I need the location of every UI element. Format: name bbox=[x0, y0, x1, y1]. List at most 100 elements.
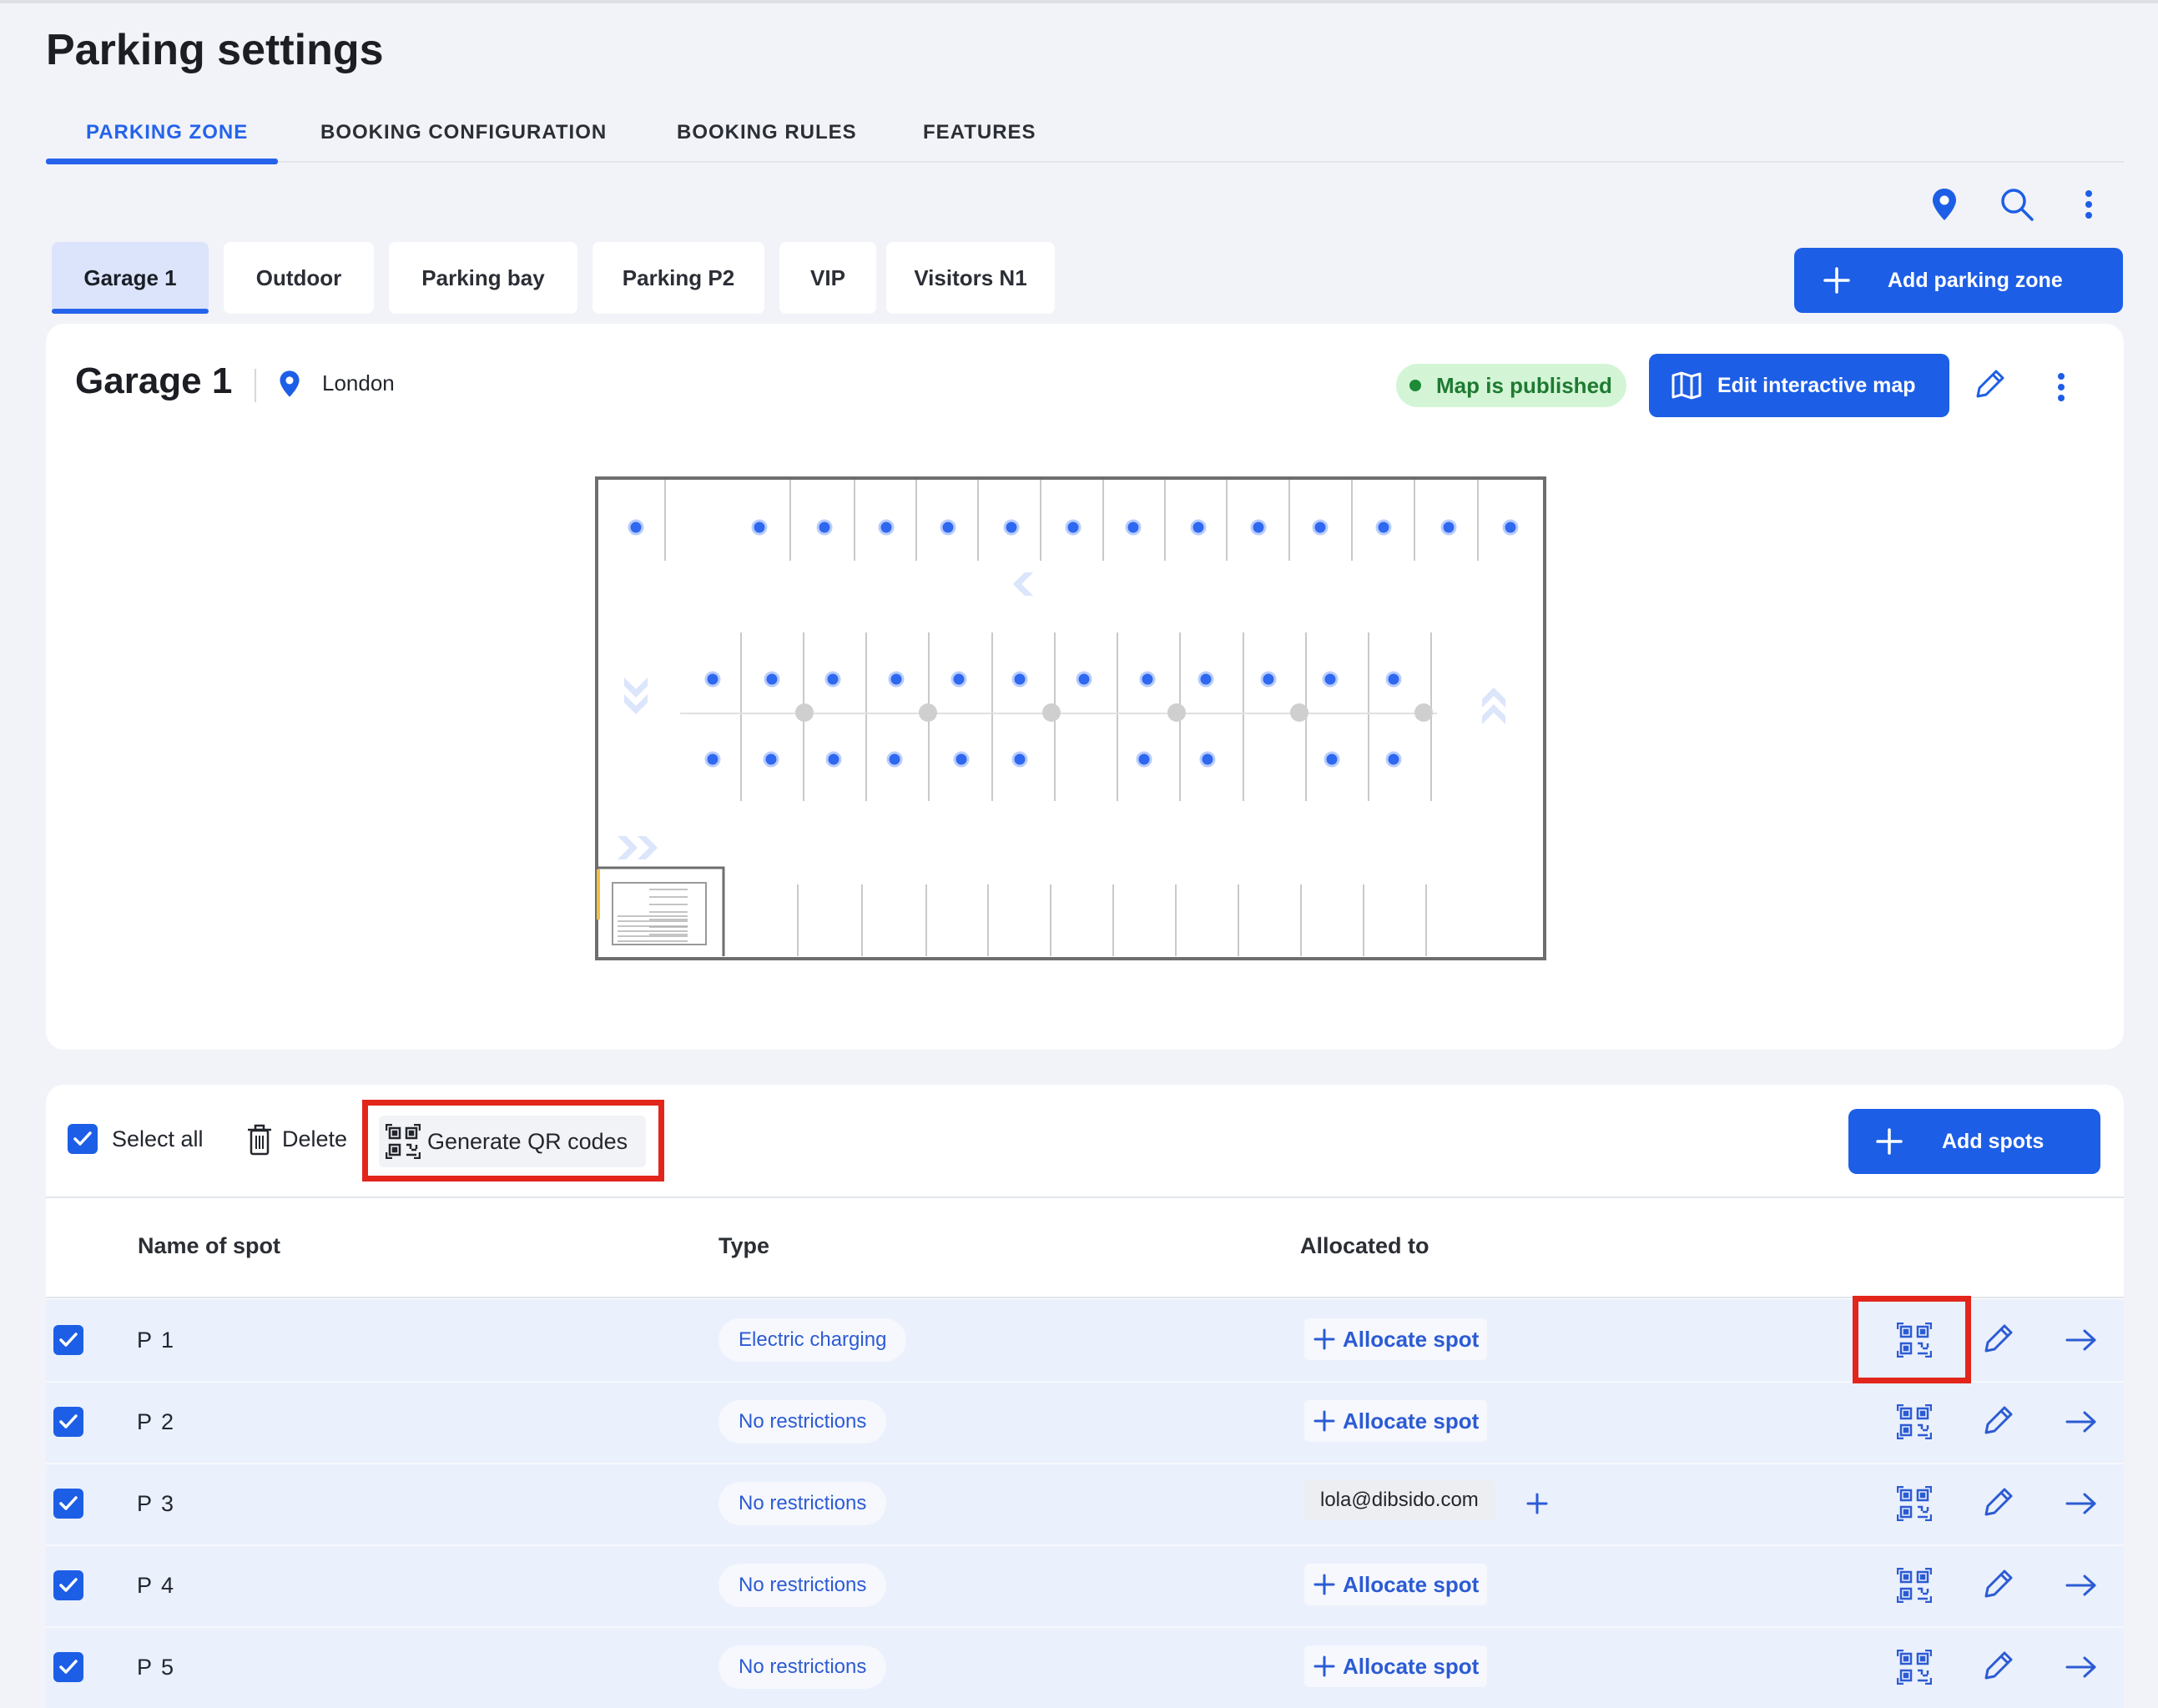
column-header-type[interactable]: Type bbox=[718, 1233, 769, 1259]
parking-spot-marker[interactable] bbox=[704, 671, 721, 688]
qr-code-icon[interactable] bbox=[1893, 1564, 1936, 1607]
table-row[interactable] bbox=[46, 1299, 2124, 1381]
location-pin-icon[interactable] bbox=[1924, 184, 1965, 225]
garage-floor-map[interactable] bbox=[594, 476, 1549, 965]
more-vertical-icon[interactable] bbox=[2040, 365, 2083, 409]
add-spots-label: Add spots bbox=[1942, 1129, 2045, 1153]
arrow-right-icon[interactable] bbox=[2060, 1318, 2103, 1362]
zone-chip-vip[interactable]: VIP bbox=[779, 242, 876, 314]
row-checkbox[interactable] bbox=[53, 1325, 83, 1355]
location-pin-icon bbox=[278, 369, 301, 403]
row-checkbox[interactable] bbox=[53, 1489, 83, 1519]
tab-features[interactable]: FEATURES bbox=[923, 121, 1036, 144]
parking-spot-marker[interactable] bbox=[824, 671, 841, 688]
parking-spot-marker[interactable] bbox=[816, 519, 833, 536]
check-icon bbox=[59, 1660, 78, 1674]
zone-chip-visitors-n1[interactable]: Visitors N1 bbox=[886, 242, 1055, 314]
parking-spot-marker[interactable] bbox=[1250, 519, 1267, 536]
search-icon[interactable] bbox=[1996, 184, 2038, 225]
arrow-right-icon[interactable] bbox=[2060, 1564, 2103, 1607]
arrow-right-icon[interactable] bbox=[2060, 1645, 2103, 1689]
parking-spot-marker[interactable] bbox=[1375, 519, 1392, 536]
parking-spot-marker[interactable] bbox=[940, 519, 956, 536]
qr-code-icon[interactable] bbox=[1893, 1400, 1936, 1443]
arrow-right-icon[interactable] bbox=[2060, 1400, 2103, 1443]
tab-booking-rules[interactable]: BOOKING RULES bbox=[677, 121, 857, 144]
parking-spot-marker[interactable] bbox=[886, 751, 903, 768]
table-row[interactable] bbox=[46, 1544, 2124, 1626]
parking-spot-marker[interactable] bbox=[950, 671, 967, 688]
parking-spot-marker[interactable] bbox=[1136, 751, 1152, 768]
pencil-icon[interactable] bbox=[1975, 1482, 2019, 1525]
parking-spot-marker[interactable] bbox=[1190, 519, 1207, 536]
row-checkbox[interactable] bbox=[53, 1570, 83, 1600]
allocate-spot-button[interactable]: Allocate spot bbox=[1304, 1645, 1488, 1687]
parking-spot-marker[interactable] bbox=[1199, 751, 1216, 768]
edit-interactive-map-button[interactable]: Edit interactive map bbox=[1649, 354, 1949, 417]
parking-spot-marker[interactable] bbox=[888, 671, 905, 688]
parking-spot-marker[interactable] bbox=[764, 671, 780, 688]
add-allocation-plus-icon[interactable] bbox=[1515, 1482, 1559, 1525]
pencil-icon[interactable] bbox=[1975, 1400, 2019, 1443]
zone-chip-parking-p2[interactable]: Parking P2 bbox=[592, 242, 764, 314]
parking-spot-marker[interactable] bbox=[1003, 519, 1020, 536]
parking-spot-marker[interactable] bbox=[704, 751, 721, 768]
allocate-spot-button[interactable]: Allocate spot bbox=[1304, 1318, 1488, 1360]
parking-spot-marker[interactable] bbox=[751, 519, 768, 536]
parking-spot-marker[interactable] bbox=[1324, 751, 1340, 768]
zone-chip-garage-1[interactable]: Garage 1 bbox=[52, 242, 209, 314]
parking-spot-marker[interactable] bbox=[1385, 751, 1402, 768]
parking-spot-marker[interactable] bbox=[1385, 671, 1402, 688]
trash-icon[interactable] bbox=[245, 1123, 274, 1161]
qr-code-icon[interactable] bbox=[1893, 1645, 1936, 1689]
allocate-spot-button[interactable]: Allocate spot bbox=[1304, 1400, 1488, 1442]
select-all-label[interactable]: Select all bbox=[112, 1126, 204, 1152]
allocate-spot-button[interactable]: Allocate spot bbox=[1304, 1564, 1488, 1605]
parking-spot-marker[interactable] bbox=[1312, 519, 1329, 536]
parking-spot-marker[interactable] bbox=[1076, 671, 1092, 688]
pencil-icon[interactable] bbox=[1975, 1318, 2019, 1362]
table-row[interactable] bbox=[46, 1381, 2124, 1463]
delete-label[interactable]: Delete bbox=[282, 1126, 347, 1152]
pencil-icon[interactable] bbox=[1975, 1645, 2019, 1689]
parking-spot-marker[interactable] bbox=[1322, 671, 1339, 688]
parking-spot-marker[interactable] bbox=[1011, 671, 1028, 688]
parking-spot-marker[interactable] bbox=[1440, 519, 1457, 536]
add-spots-button[interactable]: Add spots bbox=[1848, 1109, 2100, 1174]
parking-spot-marker[interactable] bbox=[1197, 671, 1214, 688]
plus-icon bbox=[1313, 1573, 1336, 1596]
zone-chip-outdoor[interactable]: Outdoor bbox=[224, 242, 374, 314]
row-checkbox[interactable] bbox=[53, 1407, 83, 1437]
table-row[interactable] bbox=[46, 1626, 2124, 1708]
add-parking-zone-button[interactable]: Add parking zone bbox=[1794, 248, 2123, 313]
pencil-icon[interactable] bbox=[1975, 1564, 2019, 1607]
parking-spot-marker[interactable] bbox=[1502, 519, 1519, 536]
parking-spot-marker[interactable] bbox=[1011, 751, 1028, 768]
row-divider bbox=[46, 1463, 2124, 1464]
zone-chip-parking-bay[interactable]: Parking bay bbox=[389, 242, 577, 314]
tab-parking-zone[interactable]: PARKING ZONE bbox=[86, 121, 248, 144]
parking-spot-marker[interactable] bbox=[1139, 671, 1156, 688]
pencil-icon[interactable] bbox=[1967, 364, 2010, 407]
tab-booking-configuration[interactable]: BOOKING CONFIGURATION bbox=[320, 121, 607, 144]
table-row[interactable] bbox=[46, 1463, 2124, 1544]
parking-spot-marker[interactable] bbox=[1125, 519, 1142, 536]
parking-spot-marker[interactable] bbox=[825, 751, 842, 768]
select-all-checkbox[interactable] bbox=[68, 1124, 98, 1154]
parking-spot-marker[interactable] bbox=[1065, 519, 1082, 536]
arrow-right-icon[interactable] bbox=[2060, 1482, 2103, 1525]
parking-spot-marker[interactable] bbox=[878, 519, 895, 536]
column-header-name[interactable]: Name of spot bbox=[138, 1233, 280, 1259]
parking-spot-marker[interactable] bbox=[763, 751, 779, 768]
column-header-allocated[interactable]: Allocated to bbox=[1300, 1233, 1429, 1259]
allocated-user-chip[interactable]: lola@dibsido.com bbox=[1303, 1480, 1495, 1520]
row-checkbox[interactable] bbox=[53, 1652, 83, 1682]
parking-spot-marker[interactable] bbox=[953, 751, 970, 768]
more-vertical-icon[interactable] bbox=[2068, 184, 2110, 225]
row-divider bbox=[46, 1544, 2124, 1546]
spot-name: P 1 bbox=[137, 1328, 176, 1353]
qr-code-icon[interactable] bbox=[1893, 1482, 1936, 1525]
parking-spot-marker[interactable] bbox=[628, 519, 644, 536]
edit-interactive-map-label: Edit interactive map bbox=[1717, 373, 1916, 397]
parking-spot-marker[interactable] bbox=[1260, 671, 1277, 688]
